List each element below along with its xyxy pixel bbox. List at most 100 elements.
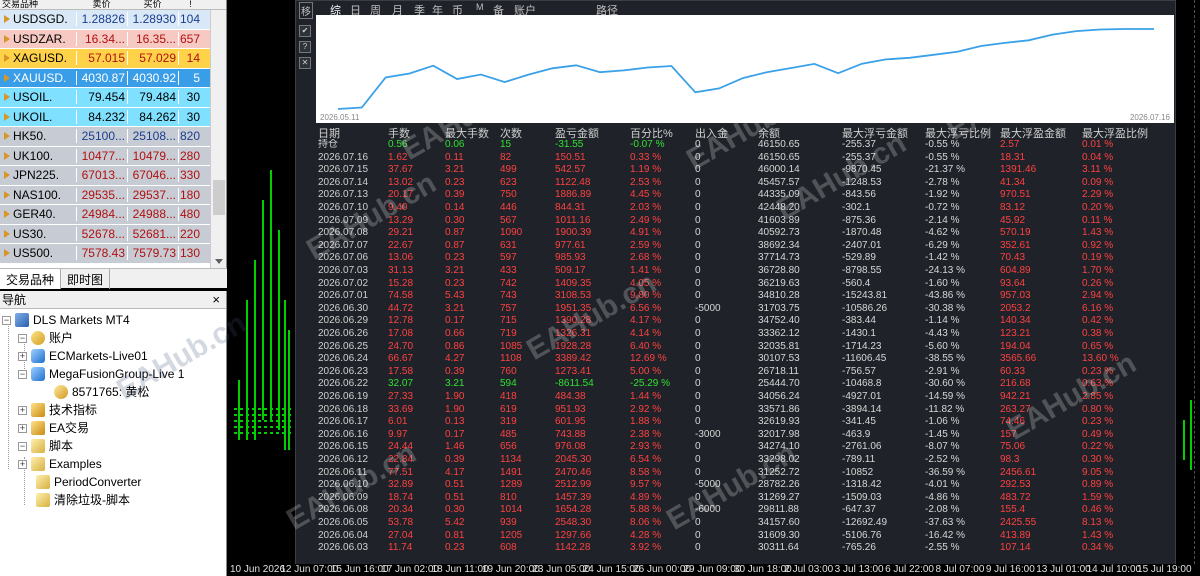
tree-root[interactable]: − DLS Markets MT4 bbox=[2, 311, 130, 329]
scroll-down-icon[interactable] bbox=[215, 259, 223, 264]
market-watch-row[interactable]: UK100. 10477... 10479... 280 bbox=[0, 146, 210, 166]
market-watch-row[interactable]: USDZAR. 16.34... 16.35... 657 bbox=[0, 29, 210, 49]
close-icon[interactable]: ✕ bbox=[299, 57, 311, 69]
tree-user[interactable]: 8571765: 黄松 bbox=[54, 383, 149, 401]
collapse-icon[interactable]: − bbox=[18, 441, 27, 451]
expand-icon[interactable]: + bbox=[18, 423, 27, 433]
tree-accounts[interactable]: − 账户 bbox=[18, 329, 73, 347]
table-row[interactable]: 2026.06.04 27.04 0.81 1205 1297.66 4.28 % 0 316… bbox=[318, 530, 1175, 542]
tab-symbols[interactable]: 交易品种 bbox=[0, 269, 62, 289]
tree-scripts[interactable]: − 脚本 bbox=[18, 437, 73, 455]
table-cell: 2026.06.11 bbox=[318, 466, 368, 478]
table-cell: -21.37 % bbox=[925, 164, 966, 176]
table-row[interactable]: 2026.06.30 44.72 3.21 757 1951.35 6.56 % -5000… bbox=[318, 303, 1175, 315]
table-row[interactable]: 2026.06.16 9.97 0.17 485 743.88 2.38 % -3000 32… bbox=[318, 429, 1175, 441]
market-watch-row[interactable]: XAGUSD. 57.015 57.029 14 bbox=[0, 49, 210, 69]
table-row[interactable]: 2026.06.23 17.58 0.39 760 1273.41 5.00 % 0 2671… bbox=[318, 366, 1175, 378]
table-row[interactable]: 持仓 0.56 0.06 15 -31.55 -0.07 % 0 46150.65 -255.3… bbox=[318, 139, 1175, 151]
table-row[interactable]: 2026.07.01 74.58 5.43 743 3108.53 9.80 % 0 3481… bbox=[318, 290, 1175, 302]
table-cell: 0 bbox=[695, 290, 701, 302]
table-row[interactable]: 2026.07.15 37.67 3.21 499 542.57 1.19 % 0 46000… bbox=[318, 164, 1175, 176]
scrollbar-thumb[interactable] bbox=[213, 180, 225, 215]
tree-script-clean[interactable]: 清除垃圾-脚本 bbox=[36, 491, 130, 509]
expand-icon[interactable]: + bbox=[18, 351, 27, 361]
close-icon[interactable]: × bbox=[212, 291, 220, 309]
table-row[interactable]: 2026.06.18 33.69 1.90 619 951.93 2.92 % 0 33571… bbox=[318, 404, 1175, 416]
table-row[interactable]: 2026.06.26 17.08 0.66 719 1326.31 4.14 % 0 3336… bbox=[318, 328, 1175, 340]
collapse-icon[interactable]: − bbox=[18, 333, 27, 343]
table-cell: 0.30 bbox=[445, 214, 465, 226]
table-cell: 2026.06.17 bbox=[318, 416, 369, 428]
help-icon[interactable]: ? bbox=[299, 41, 311, 53]
table-cell: -10852 bbox=[842, 466, 874, 478]
market-watch-row[interactable]: US500. 7578.43 7579.73 130 bbox=[0, 244, 210, 264]
expand-icon[interactable]: + bbox=[18, 459, 27, 469]
table-row[interactable]: 2026.06.09 18.74 0.51 810 1457.39 4.89 % 0 3126… bbox=[318, 492, 1175, 504]
table-row[interactable]: 2026.06.22 32.07 3.21 594 -8611.54 -25.29 % 0 2… bbox=[318, 378, 1175, 390]
tab-magic[interactable]: M bbox=[476, 2, 484, 12]
table-cell: 2.49 % bbox=[630, 214, 662, 226]
tree-indicators[interactable]: + 技术指标 bbox=[18, 401, 97, 419]
table-cell: 0.06 bbox=[445, 139, 465, 150]
market-watch-row[interactable]: JPN225. 67013... 67046... 330 bbox=[0, 166, 210, 186]
ask-cell: 57.029 bbox=[127, 51, 178, 66]
tree-account-megafusion[interactable]: − MegaFusionGroup-Live 1 bbox=[18, 365, 184, 383]
table-cell: 0.30 bbox=[445, 504, 465, 516]
market-watch-row[interactable]: UKOIL. 84.232 84.262 30 bbox=[0, 107, 210, 127]
tree-account-ecmarkets[interactable]: + ECMarkets-Live01 bbox=[18, 347, 148, 365]
table-row[interactable]: 2026.06.17 6.01 0.13 319 601.95 1.88 % 0 32619.… bbox=[318, 416, 1175, 428]
table-row[interactable]: 2026.06.08 20.34 0.30 1014 1654.28 5.88 % -600… bbox=[318, 504, 1175, 516]
table-cell: 1108 bbox=[500, 353, 522, 365]
table-row[interactable]: 2026.06.10 32.89 0.51 1289 2512.99 9.57 % -500… bbox=[318, 479, 1175, 491]
table-cell: -383.44 bbox=[842, 315, 876, 327]
table-row[interactable]: 2026.07.06 13.06 0.23 597 985.93 2.68 % 0 37714… bbox=[318, 252, 1175, 264]
symbol-cell: UK100. bbox=[0, 149, 76, 163]
table-row[interactable]: 2026.07.03 31.13 3.21 433 509.17 1.41 % 0 36728… bbox=[318, 265, 1175, 277]
tree-script-periodconverter[interactable]: PeriodConverter bbox=[36, 473, 141, 491]
table-row[interactable]: 2026.06.24 66.67 4.27 1108 3389.42 12.69 % 0 30… bbox=[318, 353, 1175, 365]
collapse-icon[interactable]: − bbox=[18, 369, 27, 379]
table-row[interactable]: 2026.07.07 22.67 0.87 631 977.61 2.59 % 0 38692… bbox=[318, 240, 1175, 252]
table-row[interactable]: 2026.07.16 1.62 0.11 82 150.51 0.33 % 0 46150.6… bbox=[318, 152, 1175, 164]
col-bid[interactable]: 卖价 bbox=[76, 0, 127, 9]
col-symbol[interactable]: 交易品种 bbox=[0, 0, 76, 9]
table-row[interactable]: 2026.07.10 9.40 0.14 446 844.31 2.03 % 0 42448.… bbox=[318, 202, 1175, 214]
table-row[interactable]: 2026.06.29 12.78 0.17 715 1390.28 4.17 % 0 3475… bbox=[318, 315, 1175, 327]
bid-cell: 25100... bbox=[76, 129, 127, 144]
table-row[interactable]: 2026.06.05 53.78 5.42 939 2548.30 8.06 % 0 3415… bbox=[318, 517, 1175, 529]
market-watch-row[interactable]: GER40. 24984... 24988... 480 bbox=[0, 205, 210, 225]
market-watch-row[interactable]: NAS100. 29535... 29537... 180 bbox=[0, 185, 210, 205]
tree-ea[interactable]: + EA交易 bbox=[18, 419, 89, 437]
table-row[interactable]: 2026.07.08 29.21 0.87 1090 1900.39 4.91 % 0 405… bbox=[318, 227, 1175, 239]
table-row[interactable]: 2026.07.13 20.17 0.39 750 1886.89 4.45 % 0 4433… bbox=[318, 189, 1175, 201]
table-row[interactable]: 2026.06.19 27.33 1.90 418 484.38 1.44 % 0 34056… bbox=[318, 391, 1175, 403]
table-row[interactable]: 2026.07.14 13.02 0.23 623 1122.48 2.53 % 0 4545… bbox=[318, 176, 1175, 189]
table-row[interactable]: 2026.07.09 13.29 0.30 567 1011.16 2.49 % 0 4160… bbox=[318, 214, 1175, 227]
table-cell: 155.4 bbox=[1000, 504, 1026, 516]
table-row[interactable]: 2026.06.15 24.44 1.46 656 976.08 2.93 % 0 34274… bbox=[318, 441, 1175, 453]
tree-script-examples[interactable]: + Examples bbox=[18, 455, 102, 473]
market-watch-row[interactable]: USOIL. 79.454 79.484 30 bbox=[0, 88, 210, 108]
table-cell: 2.03 % bbox=[630, 202, 662, 213]
market-watch-row[interactable]: USDSGD. 1.28826 1.28930 104 bbox=[0, 10, 210, 30]
col-ask[interactable]: 买价 bbox=[127, 0, 178, 9]
table-row[interactable]: 2026.06.25 24.70 0.86 1085 1928.28 6.40 % 0 320… bbox=[318, 341, 1175, 353]
table-cell: 44335.09 bbox=[758, 189, 800, 201]
confirm-icon[interactable]: ✔ bbox=[299, 25, 311, 37]
tree-account-label: MegaFusionGroup-Live 1 bbox=[49, 367, 185, 381]
table-cell: 0.56 bbox=[388, 139, 408, 150]
table-row[interactable]: 2026.06.03 11.74 0.23 608 1142.28 3.92 % 0 3031… bbox=[318, 542, 1175, 554]
col-spread[interactable]: ! bbox=[178, 0, 203, 9]
table-cell: 2.53 % bbox=[630, 176, 662, 188]
collapse-icon[interactable]: − bbox=[2, 315, 11, 325]
table-row[interactable]: 2026.06.11 77.51 4.17 1491 2470.46 8.58 % 0 312… bbox=[318, 466, 1175, 479]
market-watch-row[interactable]: HK50. 25100... 25108... 820 bbox=[0, 127, 210, 147]
table-row[interactable]: 2026.06.12 22.84 0.39 1134 2045.30 6.54 % 0 332… bbox=[318, 454, 1175, 466]
move-icon[interactable]: 移 bbox=[299, 2, 313, 19]
market-watch-scrollbar[interactable] bbox=[210, 10, 226, 268]
market-watch-row[interactable]: US30. 52678... 52681... 220 bbox=[0, 224, 210, 244]
expand-icon[interactable]: + bbox=[18, 405, 27, 415]
market-watch-row[interactable]: XAUUSD. 4030.87 4030.92 5 bbox=[0, 68, 210, 88]
tab-tick-chart[interactable]: 即时图 bbox=[61, 269, 111, 289]
table-row[interactable]: 2026.07.02 15.28 0.23 742 1409.35 4.05 % 0 3621… bbox=[318, 278, 1175, 290]
